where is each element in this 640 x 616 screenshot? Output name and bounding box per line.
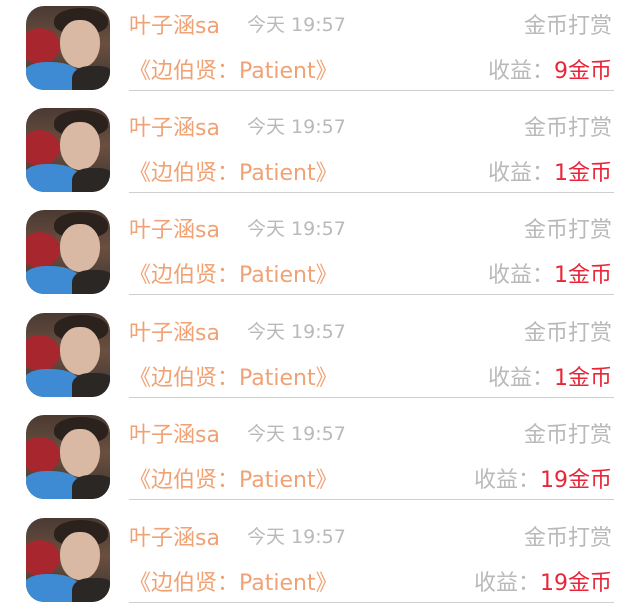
income: 收益：19金币 xyxy=(474,565,612,597)
avatar[interactable] xyxy=(26,313,110,397)
reward-type: 金币打赏 xyxy=(523,321,612,346)
income-amount: 19 xyxy=(539,468,568,493)
income-amount: 19 xyxy=(539,571,568,596)
username[interactable]: 叶子涵sa xyxy=(129,110,220,142)
list-item[interactable]: 叶子涵sa 今天 19:57 金币打赏 《边伯贤：Patient》 收益：19金… xyxy=(0,409,640,511)
timestamp: 今天 19:57 xyxy=(247,423,346,445)
divider xyxy=(129,90,614,91)
divider xyxy=(129,192,614,193)
avatar[interactable] xyxy=(26,6,110,90)
income-unit: 金币 xyxy=(567,571,612,596)
income-amount: 1 xyxy=(553,366,568,391)
avatar[interactable] xyxy=(26,415,110,499)
timestamp: 今天 19:57 xyxy=(247,321,346,343)
divider xyxy=(129,602,614,603)
divider xyxy=(129,397,614,398)
income-unit: 金币 xyxy=(567,263,612,288)
list-item[interactable]: 叶子涵sa 今天 19:57 金币打赏 《边伯贤：Patient》 收益：9金币 xyxy=(0,0,640,102)
timestamp: 今天 19:57 xyxy=(247,14,346,36)
divider xyxy=(129,294,614,295)
reward-type: 金币打赏 xyxy=(523,526,612,551)
username[interactable]: 叶子涵sa xyxy=(129,520,220,552)
income-label: 收益： xyxy=(487,161,554,186)
list-item[interactable]: 叶子涵sa 今天 19:57 金币打赏 《边伯贤：Patient》 收益：19金… xyxy=(0,512,640,614)
income-amount: 1 xyxy=(553,263,568,288)
work-title[interactable]: 《边伯贤：Patient》 xyxy=(129,257,338,289)
income-unit: 金币 xyxy=(567,161,612,186)
work-title[interactable]: 《边伯贤：Patient》 xyxy=(129,565,338,597)
income-label: 收益： xyxy=(487,366,554,391)
income-amount: 9 xyxy=(553,59,568,84)
reward-type: 金币打赏 xyxy=(523,14,612,39)
income: 收益：19金币 xyxy=(474,462,612,494)
avatar[interactable] xyxy=(26,108,110,192)
income: 收益：9金币 xyxy=(488,53,612,85)
timestamp: 今天 19:57 xyxy=(247,116,346,138)
username[interactable]: 叶子涵sa xyxy=(129,417,220,449)
income-unit: 金币 xyxy=(567,366,612,391)
income-label: 收益： xyxy=(487,263,554,288)
list-item[interactable]: 叶子涵sa 今天 19:57 金币打赏 《边伯贤：Patient》 收益：1金币 xyxy=(0,102,640,204)
list-item[interactable]: 叶子涵sa 今天 19:57 金币打赏 《边伯贤：Patient》 收益：1金币 xyxy=(0,204,640,306)
avatar[interactable] xyxy=(26,210,110,294)
username[interactable]: 叶子涵sa xyxy=(129,212,220,244)
work-title[interactable]: 《边伯贤：Patient》 xyxy=(129,462,338,494)
work-title[interactable]: 《边伯贤：Patient》 xyxy=(129,155,338,187)
income-unit: 金币 xyxy=(567,468,612,493)
username[interactable]: 叶子涵sa xyxy=(129,8,220,40)
income: 收益：1金币 xyxy=(488,257,612,289)
income-unit: 金币 xyxy=(567,59,612,84)
income: 收益：1金币 xyxy=(488,155,612,187)
reward-type: 金币打赏 xyxy=(523,218,612,243)
list-item[interactable]: 叶子涵sa 今天 19:57 金币打赏 《边伯贤：Patient》 收益：1金币 xyxy=(0,307,640,409)
income-label: 收益： xyxy=(487,59,554,84)
work-title[interactable]: 《边伯贤：Patient》 xyxy=(129,53,338,85)
income-amount: 1 xyxy=(553,161,568,186)
income-label: 收益： xyxy=(473,468,540,493)
avatar[interactable] xyxy=(26,518,110,602)
income-label: 收益： xyxy=(473,571,540,596)
divider xyxy=(129,499,614,500)
income: 收益：1金币 xyxy=(488,360,612,392)
reward-list: 叶子涵sa 今天 19:57 金币打赏 《边伯贤：Patient》 收益：9金币… xyxy=(0,0,640,616)
username[interactable]: 叶子涵sa xyxy=(129,315,220,347)
reward-type: 金币打赏 xyxy=(523,116,612,141)
work-title[interactable]: 《边伯贤：Patient》 xyxy=(129,360,338,392)
timestamp: 今天 19:57 xyxy=(247,218,346,240)
timestamp: 今天 19:57 xyxy=(247,526,346,548)
reward-type: 金币打赏 xyxy=(523,423,612,448)
